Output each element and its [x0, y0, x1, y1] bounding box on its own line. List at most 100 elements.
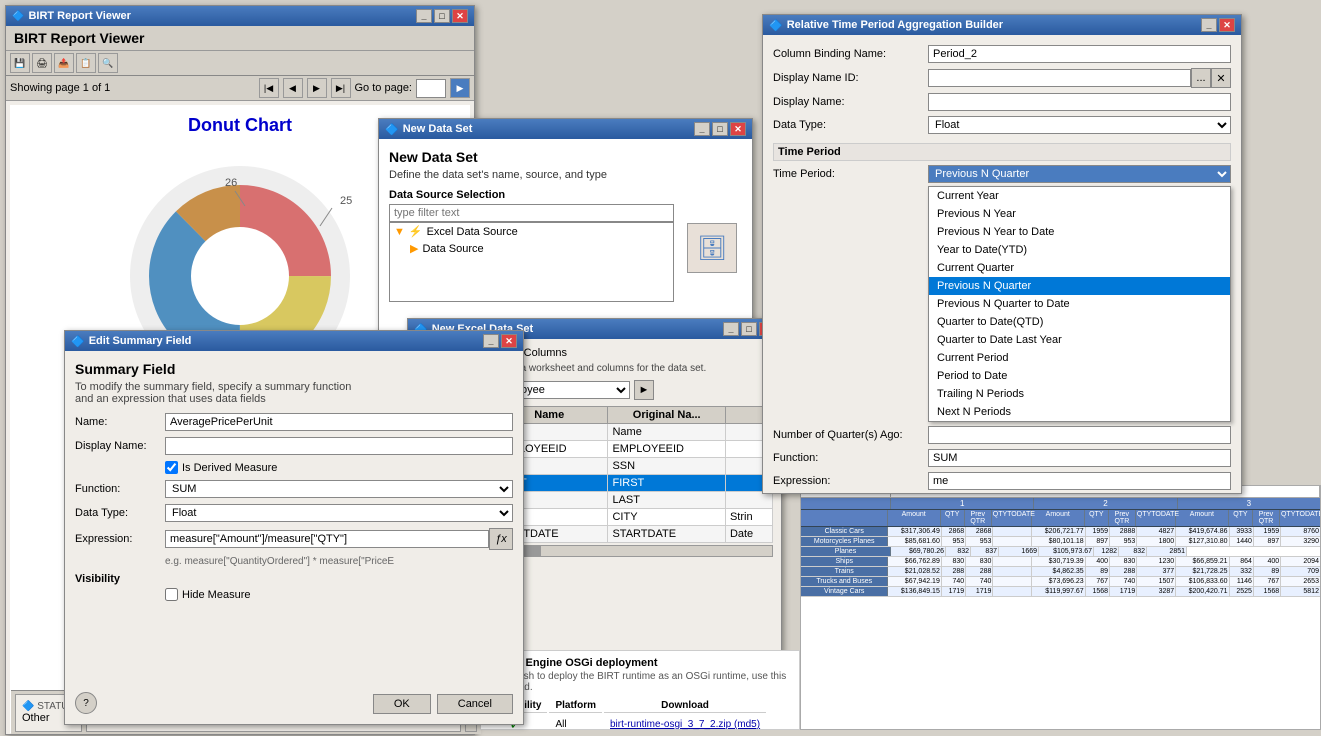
- data-cell: 3287: [1137, 587, 1176, 596]
- expand-icon: ▼: [394, 226, 405, 238]
- table-row[interactable]: NameName: [491, 424, 773, 441]
- nds-minimize[interactable]: _: [694, 122, 710, 136]
- toolbar-search[interactable]: 🔍: [98, 53, 118, 73]
- rtpa-dn-input[interactable]: [928, 93, 1231, 111]
- rtpa-timeperiod-select[interactable]: Previous N Quarter Current Year Previous…: [928, 165, 1231, 183]
- es-expr-fx-btn[interactable]: ƒx: [489, 528, 513, 550]
- table-row[interactable]: CITYCITYStrin: [491, 509, 773, 526]
- nds-db-icon: 🗄: [687, 223, 737, 273]
- data-cell: 3290: [1281, 537, 1320, 546]
- es-help-btn[interactable]: ?: [75, 692, 97, 714]
- prev-page-btn[interactable]: ◀: [283, 78, 303, 98]
- tree-excel-source[interactable]: ▼ ⚡ Excel Data Source: [390, 223, 673, 240]
- rtpa-function-input[interactable]: [928, 449, 1231, 467]
- rtpa-dnid-btn2[interactable]: ✕: [1211, 68, 1231, 88]
- table-row: Vintage Cars$136,849.1517191719$119,997.…: [801, 587, 1320, 597]
- data-cell: 400: [1086, 557, 1110, 566]
- toolbar-print[interactable]: 🖨: [32, 53, 52, 73]
- maximize-btn[interactable]: □: [434, 9, 450, 23]
- osgi-download-link[interactable]: birt-runtime-osgi_3_7_2.zip (md5): [604, 715, 766, 734]
- row-label: Motorcycles Planes: [801, 537, 888, 546]
- dg-period-2: 2: [1034, 498, 1177, 509]
- data-cell: $67,942.19: [888, 577, 941, 586]
- goto-label: Go to page:: [355, 82, 413, 94]
- osgi-section: Report Engine OSGi deployment If you wis…: [480, 650, 800, 730]
- es-minimize[interactable]: _: [483, 334, 499, 348]
- dropdown-qtd[interactable]: Quarter to Date(QTD): [929, 313, 1230, 331]
- table-row: Planes$69,780.268328371669$105,973.67128…: [801, 547, 1320, 557]
- data-cell: 830: [966, 557, 993, 566]
- toolbar-export[interactable]: 📤: [54, 53, 74, 73]
- es-ok-btn[interactable]: OK: [373, 694, 431, 714]
- es-cancel-btn[interactable]: Cancel: [437, 694, 513, 714]
- dg-col-qtytodate-3: QTYTODATE: [1280, 510, 1320, 526]
- es-hide-measure-checkbox[interactable]: [165, 588, 178, 601]
- es-datatype-select[interactable]: Float Integer String: [165, 504, 513, 522]
- data-cell: 89: [1254, 567, 1281, 576]
- dropdown-period-to-date[interactable]: Period to Date: [929, 367, 1230, 385]
- ned-maximize[interactable]: □: [741, 322, 757, 336]
- toolbar-save[interactable]: 💾: [10, 53, 30, 73]
- data-cell: 1669: [999, 547, 1039, 556]
- es-close[interactable]: ✕: [501, 334, 517, 348]
- table-row[interactable]: FIRSTFIRST: [491, 475, 773, 492]
- dropdown-next-n[interactable]: Next N Periods: [929, 403, 1230, 421]
- rtpa-icon: 🔷: [769, 19, 783, 32]
- data-cell: 332: [1230, 567, 1254, 576]
- data-cell: 5812: [1281, 587, 1320, 596]
- last-page-btn[interactable]: ▶|: [331, 78, 351, 98]
- nds-maximize[interactable]: □: [712, 122, 728, 136]
- close-btn[interactable]: ✕: [452, 9, 468, 23]
- rtpa-minimize[interactable]: _: [1201, 18, 1217, 32]
- dg-col-prev-3: Prev QTR: [1253, 510, 1280, 526]
- table-row[interactable]: SSNSSN: [491, 458, 773, 475]
- es-function-select[interactable]: SUM AVG COUNT: [165, 480, 513, 498]
- next-page-btn[interactable]: ▶: [307, 78, 327, 98]
- table-row[interactable]: EMPLOYEEIDEMPLOYEEID: [491, 441, 773, 458]
- table-row[interactable]: LASTLAST: [491, 492, 773, 509]
- goto-input[interactable]: [416, 79, 446, 98]
- es-expression-input[interactable]: [165, 530, 489, 548]
- es-hide-measure-label: Hide Measure: [182, 589, 250, 601]
- data-cell: [993, 567, 1032, 576]
- nds-filter-input[interactable]: [389, 204, 674, 222]
- dropdown-prev-n-year-to-date[interactable]: Previous N Year to Date: [929, 223, 1230, 241]
- tree-data-source[interactable]: ▶ Data Source: [390, 240, 673, 257]
- dropdown-qtd-last-year[interactable]: Quarter to Date Last Year: [929, 331, 1230, 349]
- dropdown-current-year[interactable]: Current Year: [929, 187, 1230, 205]
- arrow-icon: ►: [639, 384, 650, 396]
- dropdown-ytd[interactable]: Year to Date(YTD): [929, 241, 1230, 259]
- ned-minimize[interactable]: _: [723, 322, 739, 336]
- dg-col-prev-2: Prev QTR: [1109, 510, 1136, 526]
- dg-col-amount-1: Amount: [888, 510, 941, 526]
- dropdown-prev-n-quarter[interactable]: Previous N Quarter: [929, 277, 1230, 295]
- rtpa-numquarters-input[interactable]: [928, 426, 1231, 444]
- dropdown-current-quarter[interactable]: Current Quarter: [929, 259, 1230, 277]
- rtpa-dnid-input[interactable]: [928, 69, 1191, 87]
- data-cell: 8760: [1281, 527, 1320, 536]
- rtpa-datatype-select[interactable]: Float Integer String: [928, 116, 1231, 134]
- rtpa-colbinding-row: Column Binding Name:: [773, 45, 1231, 63]
- rtpa-expr-input[interactable]: [928, 472, 1231, 490]
- es-displayname-input[interactable]: [165, 437, 513, 455]
- rtpa-dnid-btn1[interactable]: ...: [1191, 68, 1211, 88]
- data-rows-container: Classic Cars$317,306.4928682868$206,721.…: [801, 527, 1320, 597]
- rtpa-colbinding-input[interactable]: [928, 45, 1231, 63]
- toolbar-toc[interactable]: 📋: [76, 53, 96, 73]
- es-derived-label: Is Derived Measure: [182, 462, 277, 474]
- rtpa-close[interactable]: ✕: [1219, 18, 1235, 32]
- minimize-btn[interactable]: _: [416, 9, 432, 23]
- dropdown-prev-n-quarter-to-date[interactable]: Previous N Quarter to Date: [929, 295, 1230, 313]
- dropdown-prev-n-year[interactable]: Previous N Year: [929, 205, 1230, 223]
- nds-close[interactable]: ✕: [730, 122, 746, 136]
- ned-hscroll[interactable]: [490, 545, 773, 557]
- dropdown-trailing-n[interactable]: Trailing N Periods: [929, 385, 1230, 403]
- table-row[interactable]: STARTDATESTARTDATEDate: [491, 526, 773, 543]
- es-name-input[interactable]: [165, 413, 513, 431]
- data-cell: 864: [1230, 557, 1254, 566]
- first-page-btn[interactable]: |◀: [259, 78, 279, 98]
- es-derived-checkbox[interactable]: [165, 461, 178, 474]
- dropdown-current-period[interactable]: Current Period: [929, 349, 1230, 367]
- goto-go-btn[interactable]: ▶: [450, 78, 470, 98]
- ned-arrow-btn[interactable]: ►: [634, 380, 654, 400]
